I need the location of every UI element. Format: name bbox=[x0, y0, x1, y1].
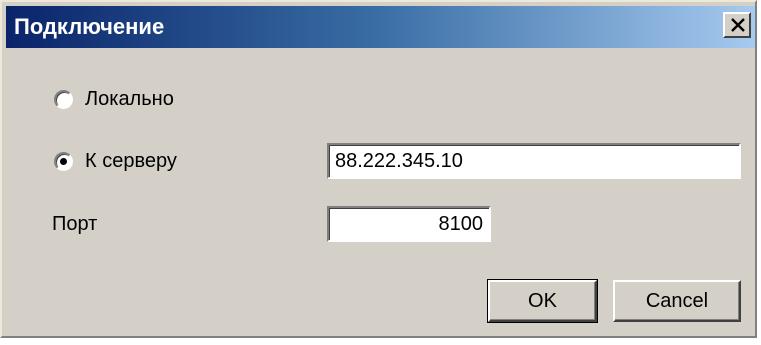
server-radio-label: К серверу bbox=[85, 149, 177, 172]
cancel-button[interactable]: Cancel bbox=[613, 280, 741, 322]
close-button[interactable] bbox=[723, 12, 751, 38]
local-radio-label: Локально bbox=[85, 87, 174, 110]
radio-selected-dot bbox=[60, 157, 67, 165]
title-bar[interactable]: Подключение bbox=[6, 6, 755, 48]
window-title: Подключение bbox=[14, 14, 165, 39]
port-label: Порт bbox=[52, 213, 98, 235]
ok-button[interactable]: OK bbox=[487, 279, 598, 323]
server-radio-option[interactable]: К серверу bbox=[54, 146, 177, 176]
connection-dialog: Подключение Локально К серверу Порт OK C… bbox=[0, 0, 757, 338]
port-input[interactable] bbox=[327, 206, 491, 242]
local-radio-option[interactable]: Локально bbox=[54, 84, 174, 114]
close-icon bbox=[731, 18, 745, 32]
server-radio-button[interactable] bbox=[54, 151, 73, 171]
local-radio-button[interactable] bbox=[54, 89, 73, 109]
server-address-input[interactable] bbox=[327, 143, 741, 179]
